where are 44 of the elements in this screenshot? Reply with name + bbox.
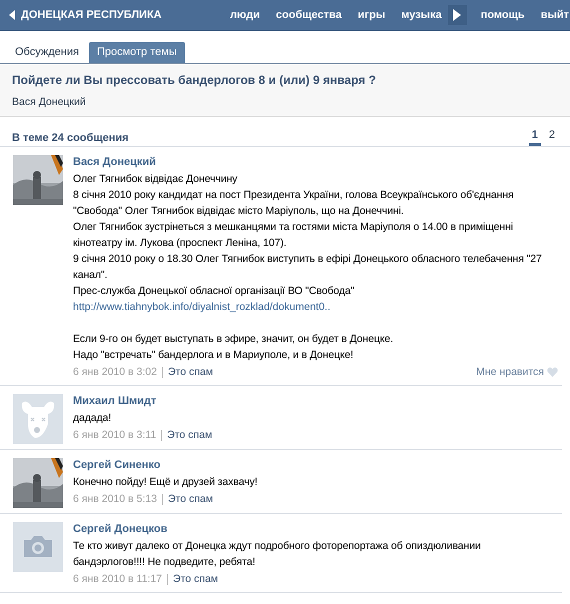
nav-link[interactable]: музыка bbox=[393, 9, 450, 21]
back-arrow-icon[interactable] bbox=[9, 10, 15, 20]
post-date: 6 янв 2010 в 3:11 bbox=[73, 428, 156, 443]
dog-avatar-icon bbox=[13, 394, 63, 444]
post-text: Прес-служба Донецької обласної організації ВО "Свобода" bbox=[73, 284, 356, 299]
page-link[interactable]: 2 bbox=[546, 129, 558, 146]
post-text: 9 січня 2010 року о 18.30 Олег Тягнибок виступить в ефірі Донецького обласного телебачення "27 канал". bbox=[73, 252, 543, 283]
spam-link[interactable]: Это спам bbox=[168, 491, 213, 507]
topic-author-link[interactable]: Вася Донецкий bbox=[12, 96, 86, 108]
nav-link[interactable]: помощь bbox=[472, 9, 533, 21]
spam-link[interactable]: Это спам bbox=[167, 427, 212, 443]
spam-link[interactable]: Это спам bbox=[173, 571, 218, 587]
message-count: В теме 24 сообщения bbox=[12, 132, 129, 146]
page-link[interactable]: 1 bbox=[528, 129, 541, 146]
post-text: дадада! bbox=[73, 411, 112, 426]
post-text: Те кто живут далеко от Донецка ждут подробного фоторепортажа об опиздюливании бандэрлогов!!!! Не подведите, ребята! bbox=[73, 539, 482, 570]
heart-icon bbox=[547, 367, 558, 377]
play-arrow-icon bbox=[453, 9, 462, 21]
tab[interactable]: Обсуждения bbox=[7, 42, 87, 63]
tab[interactable]: Просмотр темы bbox=[88, 42, 185, 63]
nav-link[interactable]: выйт bbox=[532, 9, 570, 21]
topic-title: Пойдете ли Вы прессовать бандерлогов 8 и (или) 9 января ? bbox=[12, 73, 376, 87]
post-text: Конечно пойду! Ещё и друзей захвачу! bbox=[73, 475, 258, 490]
post-text: Если 9-го он будет выступать в эфире, значит, он будет в Донецке. bbox=[73, 332, 394, 347]
post-text: 8 січня 2010 року кандидат на пост Президента України, голова Всеукраїнського об'єднання "Свобода" Олег Тягнибок відвідає місто Маріуполь, що на Донеччині. bbox=[73, 188, 515, 219]
group-title-link[interactable]: ДОНЕЦКАЯ РЕСПУБЛИКА bbox=[21, 9, 162, 21]
post-text: Надо "встречать" бандерлога и в Мариуполе, и в Донецке! bbox=[73, 348, 354, 363]
like-link[interactable]: Мне нравится bbox=[476, 364, 544, 380]
url-link[interactable]: http://www.tiahnybok.info/diyalnist_rozklad/dokument0.. bbox=[73, 299, 330, 315]
nav-link[interactable]: игры bbox=[350, 9, 394, 21]
more-button[interactable] bbox=[448, 5, 467, 25]
author-link[interactable]: Михаил Шмидт bbox=[73, 395, 156, 407]
post-date: 6 янв 2010 в 3:02 bbox=[73, 365, 157, 380]
author-link[interactable]: Сергей Донецков bbox=[73, 523, 168, 535]
post-date: 6 янв 2010 в 5:13 bbox=[73, 492, 157, 507]
camera-avatar-icon bbox=[13, 522, 63, 572]
nav-link[interactable]: люди bbox=[222, 9, 268, 21]
post-date: 6 янв 2010 в 11:17 bbox=[73, 572, 162, 587]
post-text: Олег Тягнибок відвідає Донеччину bbox=[73, 172, 238, 187]
spam-link[interactable]: Это спам bbox=[168, 364, 213, 380]
post-text: Олег Тягнибок зустрінеться з мешканцями та гостями міста Маріуполя о 14.00 в приміщенні кінотеатру ім. Лукова (проспект Леніна, 107). bbox=[73, 220, 514, 251]
nav-link[interactable]: сообщества bbox=[268, 9, 350, 21]
author-link[interactable]: Сергей Синенко bbox=[73, 459, 160, 471]
author-link[interactable]: Вася Донецкий bbox=[73, 156, 156, 168]
